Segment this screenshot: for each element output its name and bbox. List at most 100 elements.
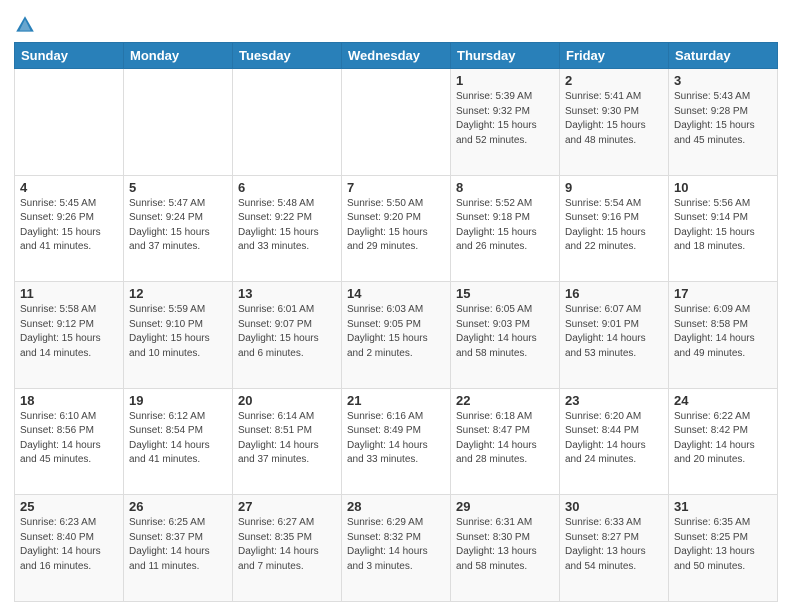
day-info: Sunrise: 6:12 AM Sunset: 8:54 PM Dayligh… (129, 410, 227, 468)
day-info: Sunrise: 6:07 AM Sunset: 9:01 PM Dayligh… (565, 303, 663, 361)
day-info: Sunrise: 5:52 AM Sunset: 9:18 PM Dayligh… (456, 197, 554, 255)
day-info: Sunrise: 6:16 AM Sunset: 8:49 PM Dayligh… (347, 410, 445, 468)
calendar-table: SundayMondayTuesdayWednesdayThursdayFrid… (14, 42, 778, 602)
day-cell: 16 Sunrise: 6:07 AM Sunset: 9:01 PM Dayli… (560, 282, 669, 389)
day-info: Sunrise: 6:33 AM Sunset: 8:27 PM Dayligh… (565, 516, 663, 574)
day-cell: 1 Sunrise: 5:39 AM Sunset: 9:32 PM Daylig… (451, 69, 560, 176)
day-number: 17 (674, 286, 772, 301)
week-row-3: 11 Sunrise: 5:58 AM Sunset: 9:12 PM Dayli… (15, 282, 778, 389)
day-info: Sunrise: 5:39 AM Sunset: 9:32 PM Dayligh… (456, 90, 554, 148)
day-info: Sunrise: 5:58 AM Sunset: 9:12 PM Dayligh… (20, 303, 118, 361)
day-number: 24 (674, 393, 772, 408)
week-row-2: 4 Sunrise: 5:45 AM Sunset: 9:26 PM Daylig… (15, 175, 778, 282)
day-cell: 14 Sunrise: 6:03 AM Sunset: 9:05 PM Dayli… (342, 282, 451, 389)
day-number: 19 (129, 393, 227, 408)
weekday-header-friday: Friday (560, 43, 669, 69)
day-cell (233, 69, 342, 176)
day-cell: 18 Sunrise: 6:10 AM Sunset: 8:56 PM Dayli… (15, 388, 124, 495)
day-number: 23 (565, 393, 663, 408)
day-cell: 27Sunrise: 6:27 AM Sunset: 8:35 PM Dayli… (233, 495, 342, 602)
day-info: Sunrise: 5:59 AM Sunset: 9:10 PM Dayligh… (129, 303, 227, 361)
day-cell: 22Sunrise: 6:18 AM Sunset: 8:47 PM Dayli… (451, 388, 560, 495)
day-info: Sunrise: 6:20 AM Sunset: 8:44 PM Dayligh… (565, 410, 663, 468)
logo (14, 14, 38, 36)
day-info: Sunrise: 6:09 AM Sunset: 8:58 PM Dayligh… (674, 303, 772, 361)
day-number: 13 (238, 286, 336, 301)
day-number: 7 (347, 180, 445, 195)
day-info: Sunrise: 6:25 AM Sunset: 8:37 PM Dayligh… (129, 516, 227, 574)
weekday-header-sunday: Sunday (15, 43, 124, 69)
day-cell: 29 Sunrise: 6:31 AM Sunset: 8:30 PM Dayli… (451, 495, 560, 602)
day-cell: 30 Sunrise: 6:33 AM Sunset: 8:27 PM Dayli… (560, 495, 669, 602)
day-cell: 6Sunrise: 5:48 AM Sunset: 9:22 PM Daylig… (233, 175, 342, 282)
day-number: 12 (129, 286, 227, 301)
day-cell: 19 Sunrise: 6:12 AM Sunset: 8:54 PM Dayli… (124, 388, 233, 495)
day-cell: 5Sunrise: 5:47 AM Sunset: 9:24 PM Daylig… (124, 175, 233, 282)
day-number: 6 (238, 180, 336, 195)
day-cell (124, 69, 233, 176)
day-number: 10 (674, 180, 772, 195)
day-number: 28 (347, 499, 445, 514)
day-cell: 4 Sunrise: 5:45 AM Sunset: 9:26 PM Daylig… (15, 175, 124, 282)
day-info: Sunrise: 5:54 AM Sunset: 9:16 PM Dayligh… (565, 197, 663, 255)
logo-icon (14, 14, 36, 36)
day-info: Sunrise: 6:05 AM Sunset: 9:03 PM Dayligh… (456, 303, 554, 361)
day-number: 26 (129, 499, 227, 514)
day-number: 22 (456, 393, 554, 408)
day-number: 21 (347, 393, 445, 408)
day-number: 31 (674, 499, 772, 514)
day-info: Sunrise: 6:31 AM Sunset: 8:30 PM Dayligh… (456, 516, 554, 574)
day-info: Sunrise: 5:47 AM Sunset: 9:24 PM Dayligh… (129, 197, 227, 255)
week-row-5: 25Sunrise: 6:23 AM Sunset: 8:40 PM Dayli… (15, 495, 778, 602)
day-number: 4 (20, 180, 118, 195)
day-cell: 10 Sunrise: 5:56 AM Sunset: 9:14 PM Dayli… (669, 175, 778, 282)
day-number: 16 (565, 286, 663, 301)
day-info: Sunrise: 5:45 AM Sunset: 9:26 PM Dayligh… (20, 197, 118, 255)
day-info: Sunrise: 6:14 AM Sunset: 8:51 PM Dayligh… (238, 410, 336, 468)
weekday-header-thursday: Thursday (451, 43, 560, 69)
day-number: 9 (565, 180, 663, 195)
day-cell: 17 Sunrise: 6:09 AM Sunset: 8:58 PM Dayli… (669, 282, 778, 389)
calendar-body: 1 Sunrise: 5:39 AM Sunset: 9:32 PM Daylig… (15, 69, 778, 602)
day-cell: 28 Sunrise: 6:29 AM Sunset: 8:32 PM Dayli… (342, 495, 451, 602)
header (14, 10, 778, 36)
day-cell: 20Sunrise: 6:14 AM Sunset: 8:51 PM Dayli… (233, 388, 342, 495)
day-info: Sunrise: 6:10 AM Sunset: 8:56 PM Dayligh… (20, 410, 118, 468)
day-number: 1 (456, 73, 554, 88)
weekday-row: SundayMondayTuesdayWednesdayThursdayFrid… (15, 43, 778, 69)
day-cell: 15 Sunrise: 6:05 AM Sunset: 9:03 PM Dayli… (451, 282, 560, 389)
weekday-header-tuesday: Tuesday (233, 43, 342, 69)
day-number: 3 (674, 73, 772, 88)
day-cell: 25Sunrise: 6:23 AM Sunset: 8:40 PM Dayli… (15, 495, 124, 602)
day-cell: 12 Sunrise: 5:59 AM Sunset: 9:10 PM Dayli… (124, 282, 233, 389)
day-info: Sunrise: 5:56 AM Sunset: 9:14 PM Dayligh… (674, 197, 772, 255)
calendar-header: SundayMondayTuesdayWednesdayThursdayFrid… (15, 43, 778, 69)
day-info: Sunrise: 5:50 AM Sunset: 9:20 PM Dayligh… (347, 197, 445, 255)
day-info: Sunrise: 6:03 AM Sunset: 9:05 PM Dayligh… (347, 303, 445, 361)
day-cell: 7 Sunrise: 5:50 AM Sunset: 9:20 PM Daylig… (342, 175, 451, 282)
page: SundayMondayTuesdayWednesdayThursdayFrid… (0, 0, 792, 612)
day-cell: 8 Sunrise: 5:52 AM Sunset: 9:18 PM Daylig… (451, 175, 560, 282)
weekday-header-wednesday: Wednesday (342, 43, 451, 69)
day-cell: 21 Sunrise: 6:16 AM Sunset: 8:49 PM Dayli… (342, 388, 451, 495)
day-info: Sunrise: 5:43 AM Sunset: 9:28 PM Dayligh… (674, 90, 772, 148)
day-cell: 2Sunrise: 5:41 AM Sunset: 9:30 PM Daylig… (560, 69, 669, 176)
day-cell: 9 Sunrise: 5:54 AM Sunset: 9:16 PM Daylig… (560, 175, 669, 282)
day-info: Sunrise: 6:27 AM Sunset: 8:35 PM Dayligh… (238, 516, 336, 574)
day-number: 30 (565, 499, 663, 514)
weekday-header-saturday: Saturday (669, 43, 778, 69)
day-number: 8 (456, 180, 554, 195)
day-cell (342, 69, 451, 176)
day-cell (15, 69, 124, 176)
day-number: 29 (456, 499, 554, 514)
weekday-header-monday: Monday (124, 43, 233, 69)
day-cell: 31Sunrise: 6:35 AM Sunset: 8:25 PM Dayli… (669, 495, 778, 602)
day-info: Sunrise: 6:29 AM Sunset: 8:32 PM Dayligh… (347, 516, 445, 574)
day-number: 15 (456, 286, 554, 301)
day-number: 11 (20, 286, 118, 301)
day-info: Sunrise: 6:23 AM Sunset: 8:40 PM Dayligh… (20, 516, 118, 574)
day-number: 14 (347, 286, 445, 301)
day-cell: 26 Sunrise: 6:25 AM Sunset: 8:37 PM Dayli… (124, 495, 233, 602)
day-number: 2 (565, 73, 663, 88)
day-number: 18 (20, 393, 118, 408)
